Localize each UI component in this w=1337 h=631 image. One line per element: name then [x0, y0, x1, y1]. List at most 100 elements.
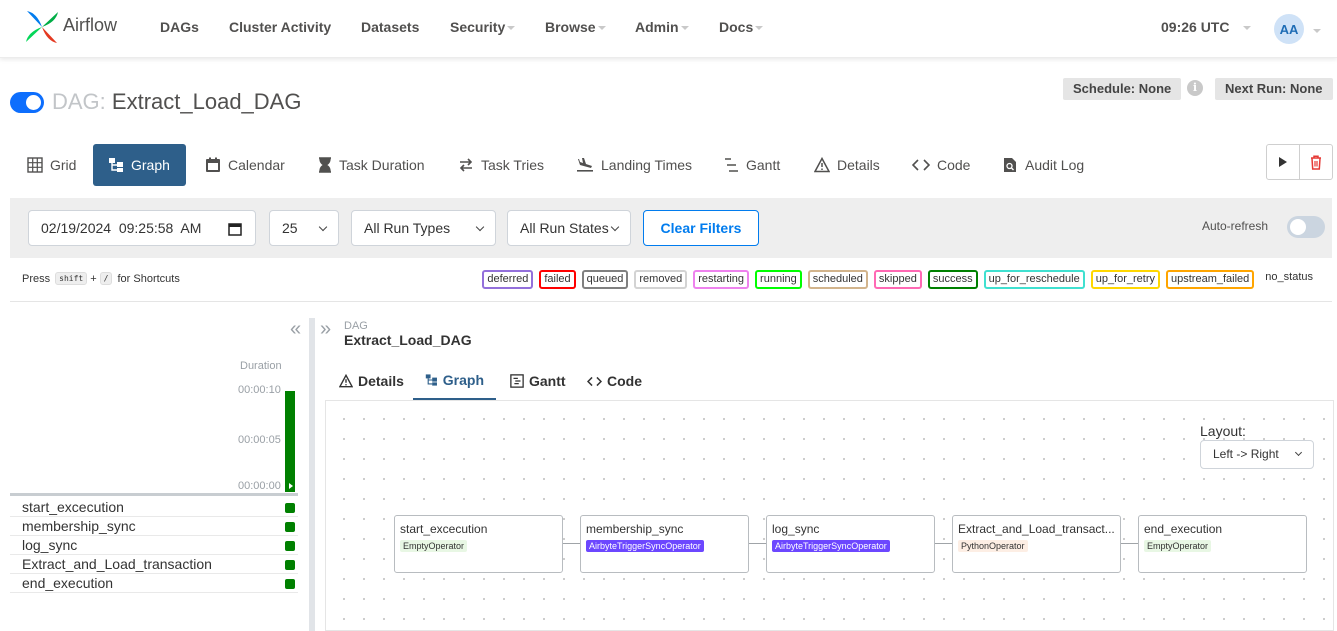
navbar: Airflow DAGs Cluster Activity Datasets S…: [0, 0, 1337, 58]
nav-dags[interactable]: DAGs: [160, 19, 199, 35]
node-task-name: log_sync: [772, 522, 820, 536]
tab-gantt[interactable]: Gantt: [715, 144, 788, 186]
code-icon: [912, 159, 930, 171]
legend-restarting[interactable]: restarting: [693, 270, 750, 289]
tab-code[interactable]: Code: [904, 144, 978, 186]
base-date-input[interactable]: 02/19/2024 09:25:58 AM: [28, 210, 256, 246]
legend-scheduled[interactable]: scheduled: [807, 270, 868, 289]
task-instance-success[interactable]: [285, 560, 295, 570]
nav-dags-label: DAGs: [160, 19, 199, 35]
tab-landing-times-label: Landing Times: [601, 157, 693, 173]
tab-calendar[interactable]: Calendar: [197, 144, 293, 186]
tab-details-label: Details: [837, 157, 880, 173]
nav-security[interactable]: Security: [450, 19, 516, 35]
task-instance-success[interactable]: [285, 503, 295, 513]
next-run-badge: Next Run: None: [1215, 78, 1333, 100]
nav-browse[interactable]: Browse: [545, 19, 606, 35]
graph-node[interactable]: log_sync AirbyteTriggerSyncOperator: [766, 515, 935, 573]
details-tab-details[interactable]: Details: [327, 362, 416, 400]
legend-queued[interactable]: queued: [581, 270, 629, 289]
nav-cluster-activity[interactable]: Cluster Activity: [229, 19, 331, 35]
graph-node[interactable]: membership_sync AirbyteTriggerSyncOperat…: [580, 515, 749, 573]
details-tab-gantt-label: Gantt: [529, 373, 566, 389]
nav-browse-label: Browse: [545, 19, 596, 35]
auto-refresh-label: Auto-refresh: [1202, 219, 1269, 233]
graph-node[interactable]: start_excecution EmptyOperator: [394, 515, 563, 573]
info-icon[interactable]: i: [1187, 80, 1203, 96]
node-operator-badge: AirbyteTriggerSyncOperator: [586, 540, 704, 552]
nav-admin[interactable]: Admin: [635, 19, 689, 35]
caret-down-icon[interactable]: [1313, 29, 1321, 33]
dag-title: DAG: Extract_Load_DAG: [52, 89, 301, 115]
warning-triangle-icon: [814, 157, 830, 173]
task-row[interactable]: membership_sync: [10, 517, 298, 536]
graph-node[interactable]: Extract_and_Load_transact... PythonOpera…: [952, 515, 1121, 573]
brand-logo[interactable]: Airflow: [24, 9, 117, 45]
tab-graph[interactable]: Graph: [93, 144, 186, 186]
tab-task-tries[interactable]: Task Tries: [450, 144, 552, 186]
tab-audit-log[interactable]: Audit Log: [995, 144, 1092, 186]
tab-landing-times[interactable]: Landing Times: [568, 144, 700, 186]
legend-removed[interactable]: removed: [634, 270, 688, 289]
run-state-select[interactable]: All Run States: [507, 210, 631, 246]
delete-dag-button[interactable]: [1299, 145, 1332, 179]
legend-running[interactable]: running: [755, 270, 802, 289]
legend-up-for-reschedule[interactable]: up_for_reschedule: [983, 270, 1085, 289]
legend-up-for-retry[interactable]: up_for_retry: [1090, 270, 1161, 289]
expand-details-icon[interactable]: »: [320, 318, 331, 341]
user-avatar[interactable]: AA: [1274, 14, 1304, 44]
hourglass-icon: [319, 157, 331, 173]
nav-docs[interactable]: Docs: [719, 19, 764, 35]
task-instance-success[interactable]: [285, 541, 295, 551]
calendar-icon[interactable]: [228, 222, 242, 236]
task-row[interactable]: log_sync: [10, 536, 298, 555]
task-instance-success[interactable]: [285, 579, 295, 589]
legend-upstream-failed[interactable]: upstream_failed: [1166, 270, 1255, 289]
timezone-dropdown[interactable]: 09:26 UTC: [1161, 19, 1252, 35]
caret-down-icon: [597, 26, 606, 30]
task-row[interactable]: start_excecution: [10, 498, 298, 517]
layout-select[interactable]: Left -> Right: [1200, 440, 1314, 469]
chevron-down-icon: [1294, 448, 1303, 457]
dag-action-buttons: [1266, 144, 1333, 180]
base-date-value: 02/19/2024 09:25:58 AM: [41, 220, 202, 236]
dag-run-duration-bar[interactable]: [285, 391, 295, 492]
tab-grid[interactable]: Grid: [19, 144, 84, 186]
details-dag-name[interactable]: Extract_Load_DAG: [344, 332, 472, 348]
shortcuts-prefix: Press: [22, 272, 51, 285]
node-operator-badge: AirbyteTriggerSyncOperator: [772, 540, 890, 552]
dag-pause-toggle[interactable]: [10, 92, 44, 113]
caret-down-icon: [507, 26, 516, 30]
utc-time: 09:26 UTC: [1161, 19, 1230, 35]
task-row[interactable]: Extract_and_Load_transaction: [10, 555, 298, 574]
graph-icon: [425, 374, 437, 386]
details-tab-gantt[interactable]: Gantt: [498, 362, 578, 400]
panel-resize-handle[interactable]: [309, 318, 315, 631]
clear-filters-button[interactable]: Clear Filters: [643, 210, 759, 246]
auto-refresh-toggle[interactable]: [1287, 216, 1325, 238]
shortcuts-plus: +: [90, 272, 97, 285]
legend-no-status[interactable]: no_status: [1262, 270, 1316, 289]
nav-datasets[interactable]: Datasets: [361, 19, 419, 35]
duration-tick: 00:00:10: [238, 384, 281, 396]
legend-success[interactable]: success: [927, 270, 978, 289]
tab-details[interactable]: Details: [806, 144, 888, 186]
trigger-dag-button[interactable]: [1267, 145, 1299, 179]
tab-task-duration[interactable]: Task Duration: [310, 144, 433, 186]
details-tab-graph[interactable]: Graph: [413, 362, 496, 400]
duration-axis-label: Duration: [240, 360, 282, 372]
details-tab-code-label: Code: [607, 373, 642, 389]
caret-down-icon: [755, 26, 764, 30]
run-type-select[interactable]: All Run Types: [351, 210, 496, 246]
graph-node[interactable]: end_execution EmptyOperator: [1138, 515, 1307, 573]
legend-deferred[interactable]: deferred: [482, 270, 534, 289]
tab-grid-label: Grid: [50, 157, 77, 173]
task-row[interactable]: end_execution: [10, 574, 298, 593]
legend-skipped[interactable]: skipped: [873, 270, 922, 289]
details-tab-code[interactable]: Code: [575, 362, 654, 400]
collapse-grid-icon[interactable]: «: [290, 318, 301, 341]
node-task-name: membership_sync: [586, 522, 684, 536]
task-instance-success[interactable]: [285, 522, 295, 532]
num-runs-select[interactable]: 25: [269, 210, 339, 246]
legend-failed[interactable]: failed: [539, 270, 576, 289]
